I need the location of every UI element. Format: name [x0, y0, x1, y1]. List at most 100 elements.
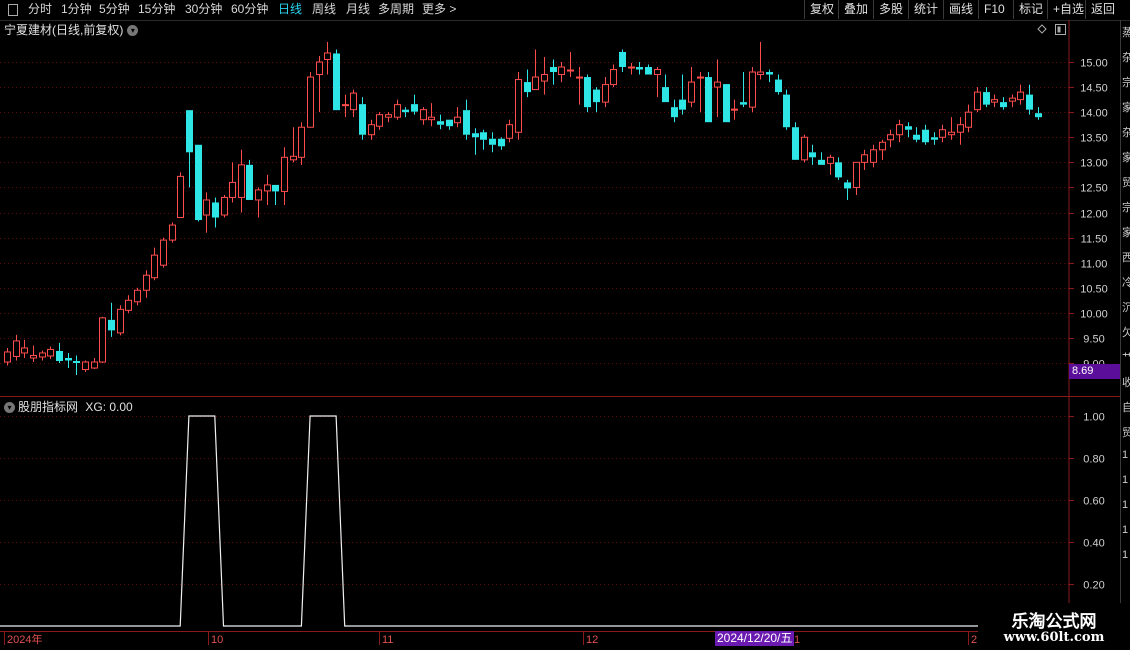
candlestick[interactable] [931, 132, 938, 145]
candlestick[interactable] [1000, 97, 1007, 110]
candlestick[interactable] [697, 72, 704, 113]
candlestick[interactable] [905, 122, 912, 138]
add-watchlist-button[interactable]: +自选 [1047, 0, 1089, 19]
candlestick[interactable] [394, 99, 401, 120]
indicator-title[interactable]: ▾ 股朋指标网 XG: 0.00 [4, 398, 133, 415]
candlestick[interactable] [818, 152, 825, 165]
candlestick[interactable] [221, 194, 228, 218]
candlestick[interactable] [809, 144, 816, 165]
candlestick[interactable] [21, 339, 28, 358]
candlestick[interactable] [965, 104, 972, 133]
candlestick[interactable] [411, 94, 418, 115]
candlestick[interactable] [298, 122, 305, 165]
candlestick[interactable] [913, 127, 920, 143]
candlestick[interactable] [56, 342, 63, 363]
candlestick[interactable] [65, 352, 72, 369]
candlestick[interactable] [91, 357, 98, 370]
candlestick[interactable] [428, 103, 435, 127]
candlestick[interactable] [420, 107, 427, 125]
window-toggle-icon[interactable] [1055, 24, 1066, 35]
candlestick[interactable] [480, 129, 487, 150]
candlestick[interactable] [489, 132, 496, 153]
candlestick[interactable] [246, 159, 253, 200]
candlestick[interactable] [757, 41, 764, 80]
candlestick[interactable] [143, 270, 150, 298]
statistics-button[interactable]: 统计 [908, 0, 943, 19]
candlestick[interactable] [229, 162, 236, 203]
tab-5min[interactable]: 5分钟 [99, 0, 130, 19]
candlestick[interactable] [108, 302, 115, 337]
diamond-icon[interactable] [1037, 24, 1047, 34]
candlestick[interactable] [792, 122, 799, 160]
tab-15min[interactable]: 15分钟 [138, 0, 175, 19]
candlestick[interactable] [801, 134, 808, 163]
candlestick[interactable] [827, 154, 834, 175]
candlestick[interactable] [1017, 84, 1024, 105]
candlestick[interactable] [446, 119, 453, 130]
candlestick[interactable] [186, 110, 193, 188]
candlestick[interactable] [47, 346, 54, 359]
candlestick[interactable] [636, 62, 643, 75]
candlestick[interactable] [238, 149, 245, 213]
mark-button[interactable]: 标记 [1013, 0, 1048, 19]
candlestick[interactable] [896, 119, 903, 143]
candlestick[interactable] [506, 119, 513, 143]
candlestick[interactable] [307, 72, 314, 128]
candlestick[interactable] [723, 84, 730, 123]
candlestick[interactable] [671, 99, 678, 123]
candlestick[interactable] [948, 117, 955, 140]
candlestick[interactable] [359, 97, 366, 140]
candlestick[interactable] [333, 49, 340, 111]
candlestick[interactable] [125, 295, 132, 313]
candlestick[interactable] [740, 72, 747, 108]
candlestick[interactable] [368, 119, 375, 140]
tab-1min[interactable]: 1分钟 [61, 0, 92, 19]
candlestick[interactable] [13, 334, 20, 361]
candlestick[interactable] [870, 144, 877, 168]
candlestick[interactable] [922, 124, 929, 145]
tab-weekly[interactable]: 周线 [312, 0, 336, 19]
tab-multi-period[interactable]: 多周期 [378, 0, 414, 19]
candlestick[interactable] [610, 64, 617, 88]
candlestick[interactable] [82, 360, 89, 373]
candlestick[interactable] [203, 192, 210, 233]
candlestick[interactable] [437, 114, 444, 130]
candlestick[interactable] [4, 347, 11, 366]
candlestick[interactable] [714, 59, 721, 118]
candlestick[interactable] [463, 99, 470, 140]
tab-daily[interactable]: 日线 [278, 0, 302, 19]
candlestick[interactable] [749, 67, 756, 113]
candlestick[interactable] [177, 172, 184, 219]
candlestick[interactable] [264, 174, 271, 205]
candlestick[interactable] [169, 222, 176, 243]
candlestick[interactable] [887, 129, 894, 148]
candlestick[interactable] [550, 59, 557, 85]
candlestick[interactable] [957, 117, 964, 145]
candlestick[interactable] [195, 144, 202, 222]
chevron-down-icon[interactable]: ▾ [4, 402, 15, 414]
candlestick[interactable] [1026, 84, 1033, 115]
candlestick[interactable] [688, 67, 695, 108]
candlestick[interactable] [524, 69, 531, 98]
candlestick[interactable] [316, 55, 323, 113]
candlestick[interactable] [385, 112, 392, 123]
candlestick[interactable] [974, 87, 981, 113]
draw-line-button[interactable]: 画线 [943, 0, 978, 19]
candlestick[interactable] [30, 345, 37, 362]
candlestick[interactable] [472, 128, 479, 155]
f10-button[interactable]: F10 [978, 0, 1010, 19]
candlestick[interactable] [567, 51, 574, 78]
menu-square-icon[interactable] [4, 0, 22, 19]
tab-more[interactable]: 更多 > [422, 0, 456, 19]
candlestick[interactable] [584, 74, 591, 113]
candlestick[interactable] [654, 67, 661, 98]
kline-chart[interactable]: 15.00 14.50 14.00 13.50 13.00 12.50 12.00 11.50… [0, 20, 1120, 650]
back-button[interactable]: 返回 [1085, 0, 1120, 19]
overlay-button[interactable]: 叠加 [838, 0, 873, 19]
candlestick[interactable] [775, 74, 782, 95]
tab-30min[interactable]: 30分钟 [185, 0, 222, 19]
candlestick[interactable] [324, 41, 331, 75]
candlestick[interactable] [39, 350, 46, 361]
candlestick[interactable] [342, 94, 349, 118]
candlestick[interactable] [402, 107, 409, 118]
